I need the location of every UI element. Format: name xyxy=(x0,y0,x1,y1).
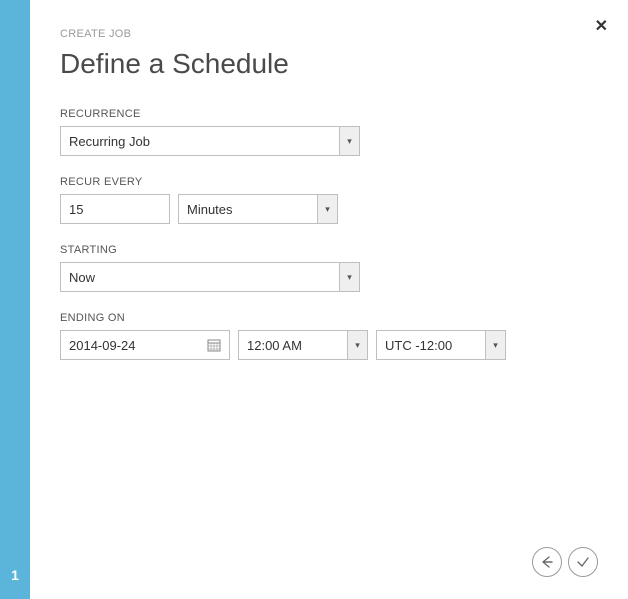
breadcrumb: CREATE JOB xyxy=(60,28,598,40)
recur-unit-value: Minutes xyxy=(187,202,317,217)
ending-timezone-value: UTC -12:00 xyxy=(385,338,485,353)
footer-bar xyxy=(60,547,598,583)
recur-interval-input[interactable] xyxy=(60,194,170,224)
recur-interval-value[interactable] xyxy=(69,195,161,223)
ending-time-select[interactable]: 12:00 AM ▾ xyxy=(238,330,368,360)
recur-every-label: RECUR EVERY xyxy=(60,176,598,188)
ending-date-value: 2014-09-24 xyxy=(69,338,136,353)
page-title: Define a Schedule xyxy=(60,48,598,80)
ending-timezone-select[interactable]: UTC -12:00 ▾ xyxy=(376,330,506,360)
wizard-sidebar: 1 xyxy=(0,0,30,599)
recurrence-value: Recurring Job xyxy=(69,134,339,149)
chevron-down-icon: ▾ xyxy=(339,263,359,291)
starting-group: STARTING Now ▾ xyxy=(60,244,598,292)
chevron-down-icon: ▾ xyxy=(339,127,359,155)
chevron-down-icon: ▾ xyxy=(347,331,367,359)
starting-value: Now xyxy=(69,270,339,285)
ending-on-label: ENDING ON xyxy=(60,312,598,324)
recurrence-label: RECURRENCE xyxy=(60,108,598,120)
recurrence-group: RECURRENCE Recurring Job ▾ xyxy=(60,108,598,156)
close-icon: ✕ xyxy=(595,18,608,35)
calendar-icon[interactable] xyxy=(207,338,221,352)
ending-on-group: ENDING ON 2014-09-24 12:00 xyxy=(60,312,598,360)
confirm-button[interactable] xyxy=(568,547,598,577)
close-button[interactable]: ✕ xyxy=(595,16,608,36)
arrow-left-icon xyxy=(540,555,554,569)
check-icon xyxy=(576,555,590,569)
ending-date-input[interactable]: 2014-09-24 xyxy=(60,330,230,360)
recur-unit-select[interactable]: Minutes ▾ xyxy=(178,194,338,224)
back-button[interactable] xyxy=(532,547,562,577)
ending-time-value: 12:00 AM xyxy=(247,338,347,353)
recurrence-select[interactable]: Recurring Job ▾ xyxy=(60,126,360,156)
starting-select[interactable]: Now ▾ xyxy=(60,262,360,292)
starting-label: STARTING xyxy=(60,244,598,256)
chevron-down-icon: ▾ xyxy=(485,331,505,359)
main-panel: ✕ CREATE JOB Define a Schedule RECURRENC… xyxy=(30,0,628,599)
chevron-down-icon: ▾ xyxy=(317,195,337,223)
step-number: 1 xyxy=(11,567,19,583)
recur-every-group: RECUR EVERY Minutes ▾ xyxy=(60,176,598,224)
